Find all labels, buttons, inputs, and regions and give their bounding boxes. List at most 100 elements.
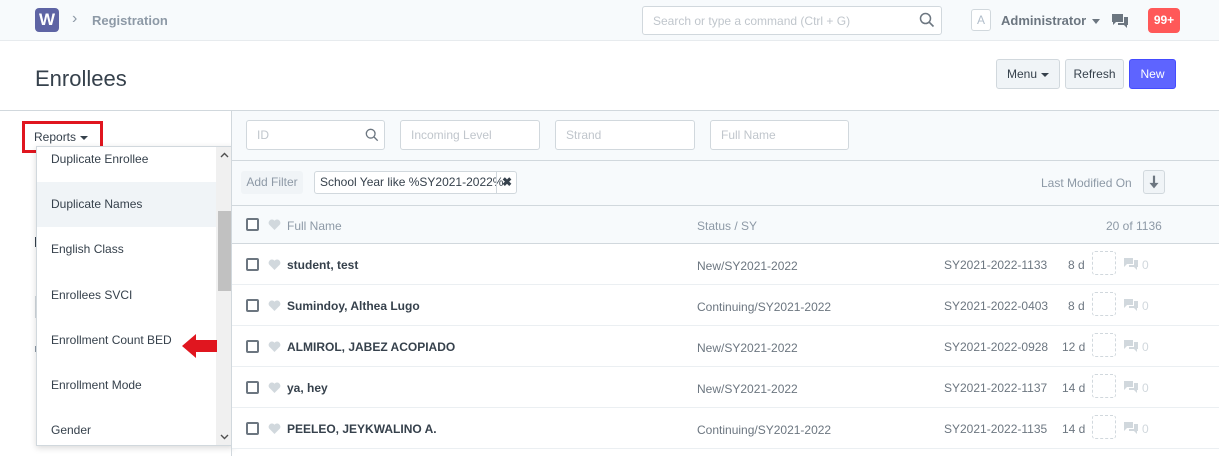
table-row[interactable]: PEELEO, JEYKWALINO A. Continuing/SY2021-… — [232, 408, 1219, 449]
heart-icon[interactable] — [268, 219, 281, 231]
row-full-name[interactable]: PEELEO, JEYKWALINO A. — [287, 422, 437, 436]
caret-down-icon — [1092, 19, 1101, 25]
row-full-name[interactable]: ya, hey — [287, 381, 328, 395]
navbar: W › Registration A Administrator 99+ — [0, 0, 1219, 41]
sort-order-button[interactable] — [1143, 170, 1165, 194]
report-item-duplicate-names[interactable]: Duplicate Names — [37, 182, 218, 227]
row-full-name[interactable]: ALMIROL, JABEZ ACOPIADO — [287, 340, 455, 354]
caret-down-icon — [80, 135, 89, 140]
assigned-avatar-placeholder — [1092, 415, 1116, 439]
comment-count: 0 — [1142, 258, 1149, 272]
awesome-bar[interactable] — [642, 6, 942, 35]
menu-button-label: Menu — [1006, 67, 1038, 81]
table-row[interactable]: Sumindoy, Althea Lugo Continuing/SY2021-… — [232, 285, 1219, 326]
comment-count: 0 — [1142, 422, 1149, 436]
row-checkbox[interactable] — [246, 340, 259, 353]
row-full-name[interactable]: Sumindoy, Althea Lugo — [287, 299, 420, 313]
comment-icon — [1124, 340, 1138, 352]
caret-down-icon — [1041, 72, 1050, 77]
comment-count: 0 — [1142, 381, 1149, 395]
row-status: New/SY2021-2022 — [697, 259, 798, 273]
scroll-up-icon[interactable] — [220, 151, 229, 160]
report-item-duplicate-enrollee[interactable]: Duplicate Enrollee — [37, 147, 218, 182]
column-header-status: Status / SY — [697, 219, 758, 233]
row-modified: 14 d — [1062, 381, 1086, 395]
row-modified: 14 d — [1062, 422, 1086, 436]
table-row[interactable]: ya, hey New/SY2021-2022 SY2021-2022-1137… — [232, 367, 1219, 408]
row-id[interactable]: SY2021-2022-1135 — [944, 422, 1047, 436]
list-count: 20 of 1136 — [1106, 219, 1162, 233]
sort-selector[interactable]: Last Modified On — [1041, 176, 1132, 190]
report-item-enrollees-svci[interactable]: Enrollees SVCI — [37, 273, 218, 318]
chat-icon[interactable] — [1111, 13, 1129, 29]
user-name: Administrator — [1001, 13, 1087, 28]
search-icon — [365, 128, 379, 142]
scrollbar-thumb[interactable] — [218, 211, 231, 291]
row-status: Continuing/SY2021-2022 — [697, 423, 832, 437]
list-header: Full Name Status / SY 20 of 1136 — [232, 205, 1219, 244]
row-id[interactable]: SY2021-2022-1137 — [944, 381, 1047, 395]
heart-icon[interactable] — [268, 382, 281, 394]
page-title: Enrollees — [35, 66, 127, 91]
report-item-enrollment-mode[interactable]: Enrollment Mode — [37, 363, 218, 408]
row-checkbox[interactable] — [246, 258, 259, 271]
comment-count: 0 — [1142, 299, 1149, 313]
row-checkbox[interactable] — [246, 299, 259, 312]
comment-count: 0 — [1142, 340, 1149, 354]
heart-icon[interactable] — [268, 259, 281, 271]
row-status: Continuing/SY2021-2022 — [697, 300, 832, 314]
row-id[interactable]: SY2021-2022-0403 — [944, 299, 1048, 313]
row-checkbox[interactable] — [246, 381, 259, 394]
app-logo[interactable]: W — [35, 8, 59, 32]
column-header-full-name: Full Name — [287, 219, 342, 233]
row-id[interactable]: SY2021-2022-0928 — [944, 340, 1048, 354]
divider — [232, 160, 1219, 161]
new-button[interactable]: New — [1129, 59, 1176, 89]
sort-descending-icon — [1149, 175, 1159, 189]
avatar[interactable]: A — [971, 9, 991, 31]
active-filter-tag[interactable]: School Year like %SY2021-2022% — [314, 171, 517, 194]
reports-label: Reports — [34, 130, 77, 144]
scroll-down-icon[interactable] — [220, 432, 229, 441]
strand-filter-input[interactable] — [555, 120, 695, 150]
row-status: New/SY2021-2022 — [697, 341, 798, 355]
row-modified: 8 d — [1068, 258, 1085, 272]
select-all-checkbox[interactable] — [246, 218, 259, 231]
search-icon[interactable] — [919, 12, 935, 28]
heart-icon[interactable] — [268, 423, 281, 435]
table-row[interactable]: ALMIROL, JABEZ ACOPIADO New/SY2021-2022 … — [232, 326, 1219, 367]
assigned-avatar-placeholder — [1092, 251, 1116, 275]
table-row[interactable]: student, test New/SY2021-2022 SY2021-202… — [232, 244, 1219, 285]
row-checkbox[interactable] — [246, 422, 259, 435]
report-item-english-class[interactable]: English Class — [37, 227, 218, 272]
heart-icon[interactable] — [268, 341, 281, 353]
reports-dropdown-menu: Duplicate Enrollee Duplicate Names Engli… — [36, 146, 234, 446]
full-name-filter-input[interactable] — [710, 120, 849, 150]
add-filter-button[interactable]: Add Filter — [241, 171, 303, 194]
user-menu[interactable]: Administrator — [1001, 13, 1101, 28]
report-item-gender[interactable]: Gender — [37, 408, 218, 445]
heart-icon[interactable] — [268, 300, 281, 312]
row-full-name[interactable]: student, test — [287, 258, 358, 272]
notification-badge[interactable]: 99+ — [1148, 8, 1180, 33]
red-arrow-annotation — [182, 334, 217, 358]
menu-button[interactable]: Menu — [996, 59, 1060, 89]
comment-icon — [1124, 299, 1138, 311]
chevron-right-icon: › — [72, 10, 78, 27]
assigned-avatar-placeholder — [1092, 333, 1116, 357]
row-status: New/SY2021-2022 — [697, 382, 798, 396]
breadcrumb-registration[interactable]: Registration — [92, 13, 168, 28]
assigned-avatar-placeholder — [1092, 374, 1116, 398]
row-modified: 8 d — [1068, 299, 1085, 313]
comment-icon — [1124, 381, 1138, 393]
search-input[interactable] — [643, 7, 903, 34]
remove-filter-button[interactable]: ✖ — [496, 171, 517, 194]
comment-icon — [1124, 422, 1138, 434]
row-id[interactable]: SY2021-2022-1133 — [944, 258, 1047, 272]
active-filter-label: School Year like %SY2021-2022% — [320, 175, 504, 189]
incoming-level-filter-input[interactable] — [400, 120, 540, 150]
row-modified: 12 d — [1062, 340, 1086, 354]
refresh-button[interactable]: Refresh — [1065, 59, 1124, 89]
comment-icon — [1124, 258, 1138, 270]
assigned-avatar-placeholder — [1092, 292, 1116, 316]
